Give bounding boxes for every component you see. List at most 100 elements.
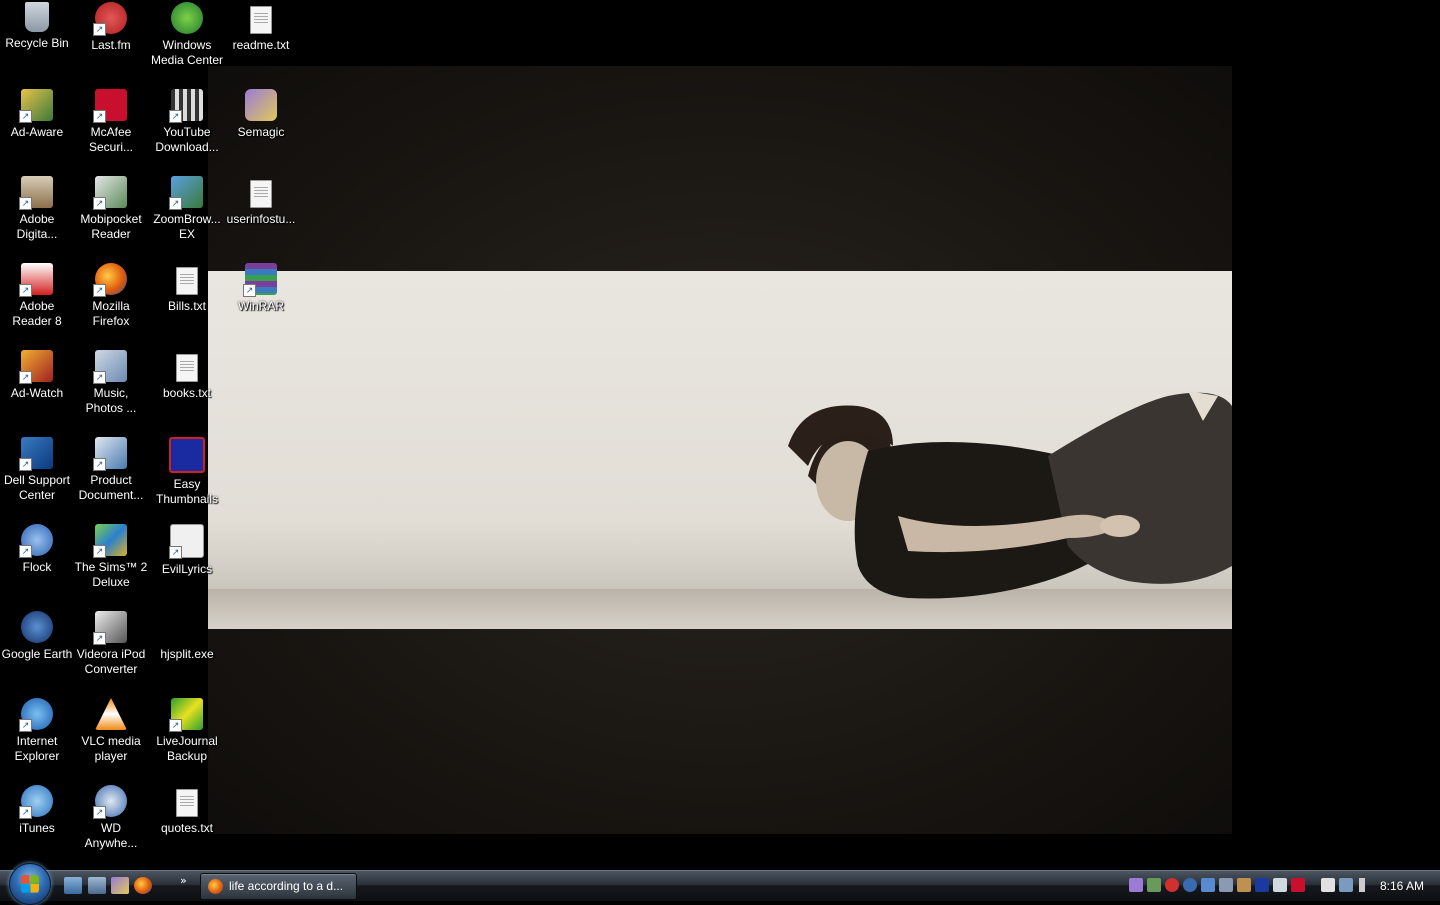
icon-label: Music, Photos ... bbox=[85, 386, 137, 415]
icon-label: LiveJournal Backup bbox=[156, 734, 218, 763]
icon-label: Internet Explorer bbox=[14, 734, 60, 763]
start-button[interactable] bbox=[9, 863, 51, 905]
semagic-tray-icon[interactable] bbox=[1129, 878, 1143, 892]
music-photos-icon: ↗ bbox=[93, 350, 127, 384]
hjsplit-file[interactable]: hjsplit.exe bbox=[150, 611, 224, 662]
wallpaper-photo bbox=[208, 271, 1232, 629]
livejournal-backup-shortcut[interactable]: ↗ LiveJournal Backup bbox=[150, 698, 224, 764]
recycle-bin-icon[interactable]: Recycle Bin bbox=[0, 2, 74, 51]
readme-file[interactable]: readme.txt bbox=[224, 2, 298, 53]
update-tray-icon[interactable] bbox=[1183, 878, 1197, 892]
semagic-shortcut[interactable]: Semagic bbox=[224, 89, 298, 140]
mcafee-icon: ↗ bbox=[93, 89, 127, 123]
icon-label: Adobe Digita... bbox=[16, 212, 58, 241]
icon-label: Mobipocket Reader bbox=[80, 212, 142, 241]
clipboard-tray-icon[interactable] bbox=[1321, 878, 1335, 892]
network-tray-icon[interactable] bbox=[1147, 878, 1161, 892]
internet-explorer-icon: ↗ bbox=[19, 698, 53, 732]
userinfostu-file[interactable]: userinfostu... bbox=[224, 176, 298, 227]
itunes-shortcut[interactable]: ↗ iTunes bbox=[0, 785, 74, 836]
books-file[interactable]: books.txt bbox=[150, 350, 224, 401]
wd-anywhere-icon: ↗ bbox=[93, 785, 127, 819]
product-documentation-icon: ↗ bbox=[93, 437, 127, 471]
flock-shortcut[interactable]: ↗ Flock bbox=[0, 524, 74, 575]
icon-label: Ad-Aware bbox=[10, 125, 64, 139]
winrar-icon: ↗ bbox=[243, 263, 277, 297]
sims-2-icon: ↗ bbox=[93, 524, 127, 558]
icon-label: Videora iPod Converter bbox=[76, 647, 146, 676]
zoombrowser-icon: ↗ bbox=[169, 176, 203, 210]
dell-support-icon: ↗ bbox=[19, 437, 53, 471]
network-status-icon[interactable] bbox=[1339, 878, 1353, 892]
vlc-media-player-shortcut[interactable]: VLC media player bbox=[74, 698, 148, 764]
settings-tray-icon[interactable] bbox=[1219, 878, 1233, 892]
icon-label: Easy Thumbnails bbox=[155, 477, 219, 506]
adobe-digital-editions-shortcut[interactable]: ↗ Adobe Digita... bbox=[0, 176, 74, 242]
taskbar-window-button[interactable]: life according to a d... bbox=[200, 873, 357, 900]
system-tray: 8:16 AM bbox=[1125, 873, 1440, 899]
wd-tray-icon[interactable] bbox=[1255, 878, 1269, 892]
bluetooth-tray-icon[interactable] bbox=[1201, 878, 1215, 892]
volume-icon[interactable] bbox=[1359, 878, 1373, 892]
firefox-quicklaunch-icon[interactable] bbox=[134, 877, 152, 894]
wd-anywhere-shortcut[interactable]: ↗ WD Anywhe... bbox=[74, 785, 148, 851]
text-file-icon bbox=[176, 789, 198, 817]
dell-support-center-shortcut[interactable]: ↗ Dell Support Center bbox=[0, 437, 74, 503]
adobe-reader-shortcut[interactable]: ↗ Adobe Reader 8 bbox=[0, 263, 74, 329]
winrar-shortcut[interactable]: ↗ WinRAR bbox=[224, 263, 298, 314]
recycle-bin-image bbox=[25, 2, 49, 32]
mcafee-tray-icon[interactable] bbox=[1291, 878, 1305, 892]
semagic-icon bbox=[245, 89, 277, 121]
clock[interactable]: 8:16 AM bbox=[1380, 879, 1424, 893]
itunes-icon: ↗ bbox=[19, 785, 53, 819]
taskbar: » life according to a d... 8:16 AM bbox=[0, 863, 1440, 905]
quotes-file[interactable]: quotes.txt bbox=[150, 785, 224, 836]
mobipocket-reader-icon: ↗ bbox=[93, 176, 127, 210]
icon-label: userinfostu... bbox=[226, 212, 296, 226]
videora-icon: ↗ bbox=[93, 611, 127, 645]
icon-label: Flock bbox=[22, 560, 52, 574]
ad-aware-shortcut[interactable]: ↗ Ad-Aware bbox=[0, 89, 74, 140]
text-file-icon bbox=[176, 354, 198, 382]
evillyrics-shortcut[interactable]: ↗ EvilLyrics bbox=[150, 524, 224, 577]
adobe-digital-editions-icon: ↗ bbox=[19, 176, 53, 210]
mozilla-firefox-shortcut[interactable]: ↗ Mozilla Firefox bbox=[74, 263, 148, 329]
ad-watch-shortcut[interactable]: ↗ Ad-Watch bbox=[0, 350, 74, 401]
icon-label: The Sims™ 2 Deluxe bbox=[74, 560, 148, 589]
lastfm-shortcut[interactable]: ↗ Last.fm bbox=[74, 2, 148, 53]
internet-explorer-shortcut[interactable]: ↗ Internet Explorer bbox=[0, 698, 74, 764]
text-file-icon bbox=[176, 267, 198, 295]
blocked-tray-icon[interactable] bbox=[1165, 878, 1179, 892]
videora-ipod-converter-shortcut[interactable]: ↗ Videora iPod Converter bbox=[74, 611, 148, 677]
text-file-icon bbox=[250, 180, 272, 208]
lastfm-icon: ↗ bbox=[93, 2, 127, 36]
easy-thumbnails-shortcut[interactable]: Easy Thumbnails bbox=[150, 437, 224, 507]
zoombrowser-shortcut[interactable]: ↗ ZoomBrow... EX bbox=[150, 176, 224, 242]
windows-media-center-shortcut[interactable]: Windows Media Center bbox=[150, 2, 224, 68]
icon-label: Recycle Bin bbox=[5, 36, 69, 50]
music-photos-shortcut[interactable]: ↗ Music, Photos ... bbox=[74, 350, 148, 416]
bills-file[interactable]: Bills.txt bbox=[150, 263, 224, 314]
quicklaunch-more-button[interactable]: » bbox=[180, 874, 187, 887]
icon-label: Last.fm bbox=[91, 38, 131, 52]
show-desktop-icon[interactable] bbox=[64, 877, 82, 894]
icon-label: Adobe Reader 8 bbox=[12, 299, 62, 328]
taskbar-window-label: life according to a d... bbox=[229, 879, 344, 893]
icon-label: Product Document... bbox=[78, 473, 144, 502]
ad-aware-icon: ↗ bbox=[19, 89, 53, 123]
display-tray-icon[interactable] bbox=[1273, 878, 1287, 892]
mobipocket-reader-shortcut[interactable]: ↗ Mobipocket Reader bbox=[74, 176, 148, 242]
reclining-man-image bbox=[788, 391, 1232, 599]
youtube-downloader-shortcut[interactable]: ↗ YouTube Download... bbox=[150, 89, 224, 155]
icon-label: VLC media player bbox=[81, 734, 141, 763]
windows-logo-icon bbox=[21, 875, 39, 893]
vlc-icon bbox=[95, 698, 127, 730]
mcafee-shortcut[interactable]: ↗ McAfee Securi... bbox=[74, 89, 148, 155]
switch-windows-icon[interactable] bbox=[88, 877, 106, 894]
semagic-quicklaunch-icon[interactable] bbox=[111, 877, 129, 894]
chat-tray-icon[interactable] bbox=[1237, 878, 1251, 892]
sims-2-deluxe-shortcut[interactable]: ↗ The Sims™ 2 Deluxe bbox=[74, 524, 148, 590]
icon-label: Windows Media Center bbox=[150, 38, 224, 67]
product-documentation-shortcut[interactable]: ↗ Product Document... bbox=[74, 437, 148, 503]
google-earth-shortcut[interactable]: Google Earth bbox=[0, 611, 74, 662]
